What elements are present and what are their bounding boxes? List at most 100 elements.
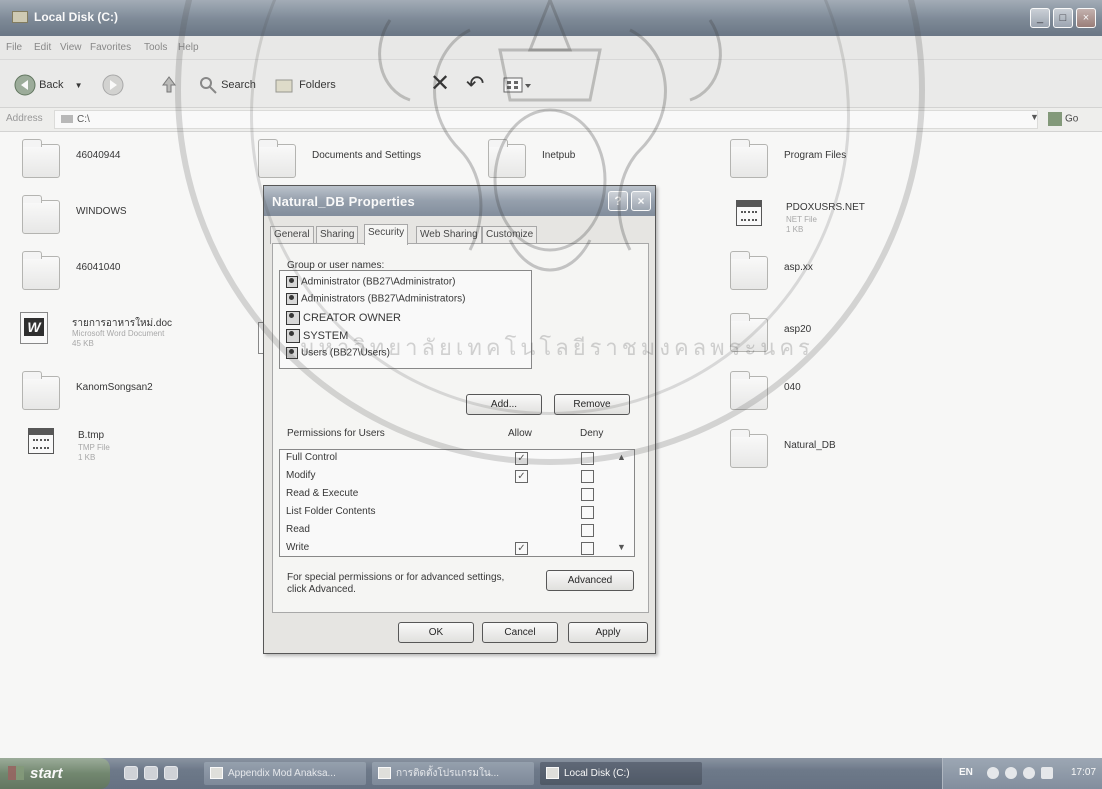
tab-general[interactable]: General xyxy=(270,226,314,244)
undo-icon[interactable]: ↶ xyxy=(466,73,484,96)
folders-button[interactable]: Folders xyxy=(274,74,336,96)
search-button[interactable]: Search xyxy=(198,74,256,96)
special-permissions-text: For special permissions or for advanced … xyxy=(287,572,505,583)
tab-security[interactable]: Security xyxy=(364,224,409,245)
file-item-program-files[interactable]: Program Files xyxy=(730,139,940,188)
apply-button[interactable]: Apply xyxy=(568,622,648,643)
file-item-documents-and-settings[interactable]: Documents and Settings xyxy=(258,139,468,188)
dialog-close-button[interactable]: × xyxy=(631,191,651,211)
minimize-button[interactable]: _ xyxy=(1030,8,1050,28)
permission-row: Modify xyxy=(286,470,316,481)
folder-icon xyxy=(730,139,768,178)
taskbar-item-install-doc[interactable]: การติดตั้งโปรแกรมใน... xyxy=(372,762,534,785)
dialog-titlebar[interactable]: Natural_DB Properties ? × xyxy=(264,186,655,216)
file-item-asp-xx[interactable]: asp.xx xyxy=(730,251,940,300)
taskbar-item-label: Appendix Mod Anaksa... xyxy=(228,768,336,779)
folder-icon xyxy=(258,139,296,178)
group-user-list[interactable]: Administrator (BB27\Administrator) Admin… xyxy=(279,270,532,369)
deny-checkbox-modify[interactable] xyxy=(581,470,594,483)
menu-favorites[interactable]: Favorites xyxy=(90,42,131,53)
user-icon xyxy=(286,276,298,288)
remove-button[interactable]: Remove xyxy=(554,394,630,415)
deny-checkbox-read[interactable] xyxy=(581,524,594,537)
system-tray: EN 17:07 xyxy=(942,758,1102,789)
back-button[interactable]: Back ▼ xyxy=(14,74,83,96)
deny-checkbox-list-folder[interactable] xyxy=(581,506,594,519)
help-button[interactable]: ? xyxy=(608,191,628,211)
search-label: Search xyxy=(221,79,256,91)
menu-edit[interactable]: Edit xyxy=(34,42,51,53)
group-item-creator-owner[interactable]: CREATOR OWNER xyxy=(286,311,401,326)
deny-checkbox-full-control[interactable] xyxy=(581,452,594,465)
file-name: asp20 xyxy=(784,324,812,335)
menu-tools[interactable]: Tools xyxy=(144,42,167,53)
deny-checkbox-write[interactable] xyxy=(581,542,594,555)
window-titlebar[interactable]: Local Disk (C:) _ □ × xyxy=(0,0,1102,36)
menu-view[interactable]: View xyxy=(60,42,82,53)
file-item-kanomsongsan2[interactable]: KanomSongsan2 xyxy=(22,371,232,420)
advanced-button[interactable]: Advanced xyxy=(546,570,634,591)
tray-volume-icon[interactable] xyxy=(1005,767,1017,779)
user-group-icon xyxy=(286,293,298,305)
tab-sharing[interactable]: Sharing xyxy=(316,226,359,244)
quicklaunch-browser-icon[interactable] xyxy=(124,766,138,780)
group-item-users[interactable]: Users (BB27\Users) xyxy=(286,347,390,362)
user-group-icon xyxy=(286,329,300,343)
group-item-administrators[interactable]: Administrators (BB27\Administrators) xyxy=(286,293,466,308)
up-folder-button[interactable] xyxy=(158,74,180,96)
menu-file[interactable]: File xyxy=(6,42,22,53)
quicklaunch-desktop-icon[interactable] xyxy=(144,766,158,780)
file-name: 46040944 xyxy=(76,150,121,161)
views-button[interactable] xyxy=(502,74,532,96)
close-button[interactable]: × xyxy=(1076,8,1096,28)
forward-arrow-icon xyxy=(102,74,124,96)
allow-checkbox-modify[interactable]: ✓ xyxy=(515,470,528,483)
file-item-b-tmp[interactable]: B.tmp TMP File 1 KB xyxy=(24,424,234,468)
word-document-icon: W xyxy=(20,312,48,344)
search-icon xyxy=(200,77,217,94)
file-item-46041040[interactable]: 46041040 xyxy=(22,251,232,300)
file-item-46040944[interactable]: 46040944 xyxy=(22,139,232,188)
file-item-inetpub[interactable]: Inetpub xyxy=(488,139,698,188)
add-button[interactable]: Add... xyxy=(466,394,542,415)
cancel-button[interactable]: Cancel xyxy=(482,622,558,643)
go-button[interactable]: Go xyxy=(1048,112,1078,126)
scroll-up-icon[interactable]: ▲ xyxy=(617,452,626,462)
maximize-button[interactable]: □ xyxy=(1053,8,1073,28)
group-name: SYSTEM xyxy=(303,329,349,342)
deny-checkbox-read-execute[interactable] xyxy=(581,488,594,501)
allow-checkbox-write[interactable]: ✓ xyxy=(515,542,528,555)
file-item-windows[interactable]: WINDOWS xyxy=(22,195,232,244)
ok-button[interactable]: OK xyxy=(398,622,474,643)
group-item-system[interactable]: SYSTEM xyxy=(286,329,348,344)
tab-customize[interactable]: Customize xyxy=(482,226,538,244)
file-name: 46041040 xyxy=(76,262,121,273)
menu-help[interactable]: Help xyxy=(178,42,199,53)
scroll-down-icon[interactable]: ▼ xyxy=(617,542,626,552)
tab-web-sharing[interactable]: Web Sharing xyxy=(416,226,482,244)
taskbar-item-local-disk[interactable]: Local Disk (C:) xyxy=(540,762,702,785)
address-field[interactable]: C:\ xyxy=(54,110,1038,129)
delete-icon[interactable]: ✕ xyxy=(430,72,450,96)
file-item-pdoxusrs-net[interactable]: PDOXUSRS.NET NET File 1 KB xyxy=(732,196,942,240)
group-item-administrator[interactable]: Administrator (BB27\Administrator) xyxy=(286,276,456,291)
file-item-natural-db[interactable]: Natural_DB xyxy=(730,429,940,478)
address-dropdown-icon[interactable]: ▼ xyxy=(1030,112,1039,122)
clock[interactable]: 17:07 xyxy=(1071,767,1096,778)
taskbar-item-appendix[interactable]: Appendix Mod Anaksa... xyxy=(204,762,366,785)
start-label: start xyxy=(30,765,63,782)
folder-icon xyxy=(22,195,60,234)
tray-app-icon[interactable] xyxy=(1041,767,1053,779)
tray-help-icon[interactable] xyxy=(987,767,999,779)
file-item-word-doc[interactable]: W รายการอาหารใหม่.doc Microsoft Word Doc… xyxy=(18,310,233,354)
quicklaunch-media-icon[interactable] xyxy=(164,766,178,780)
permission-row: Full Control xyxy=(286,452,338,463)
forward-button[interactable] xyxy=(102,74,124,96)
file-item-040[interactable]: 040 xyxy=(730,371,940,420)
tray-network-icon[interactable] xyxy=(1023,767,1035,779)
allow-checkbox-full-control[interactable]: ✓ xyxy=(515,452,528,465)
language-indicator[interactable]: EN xyxy=(959,767,973,778)
start-button[interactable]: start xyxy=(0,758,110,789)
file-item-asp20[interactable]: asp20 xyxy=(730,313,940,362)
address-value: C:\ xyxy=(77,114,90,125)
